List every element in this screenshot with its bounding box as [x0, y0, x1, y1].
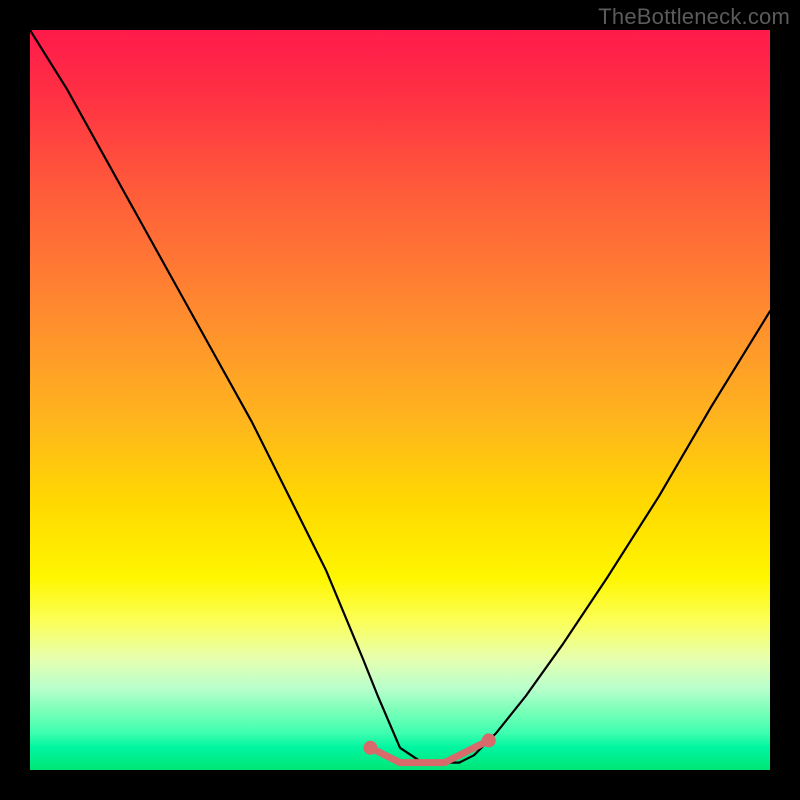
valley-endpoint	[484, 735, 494, 745]
valley-endpoint	[365, 743, 375, 753]
bottleneck-curve	[30, 30, 770, 763]
chart-frame: TheBottleneck.com	[0, 0, 800, 800]
valley-floor-markers	[365, 735, 493, 762]
curve-layer	[30, 30, 770, 770]
valley-floor-path	[370, 740, 488, 762]
plot-area	[30, 30, 770, 770]
watermark-text: TheBottleneck.com	[598, 4, 790, 30]
